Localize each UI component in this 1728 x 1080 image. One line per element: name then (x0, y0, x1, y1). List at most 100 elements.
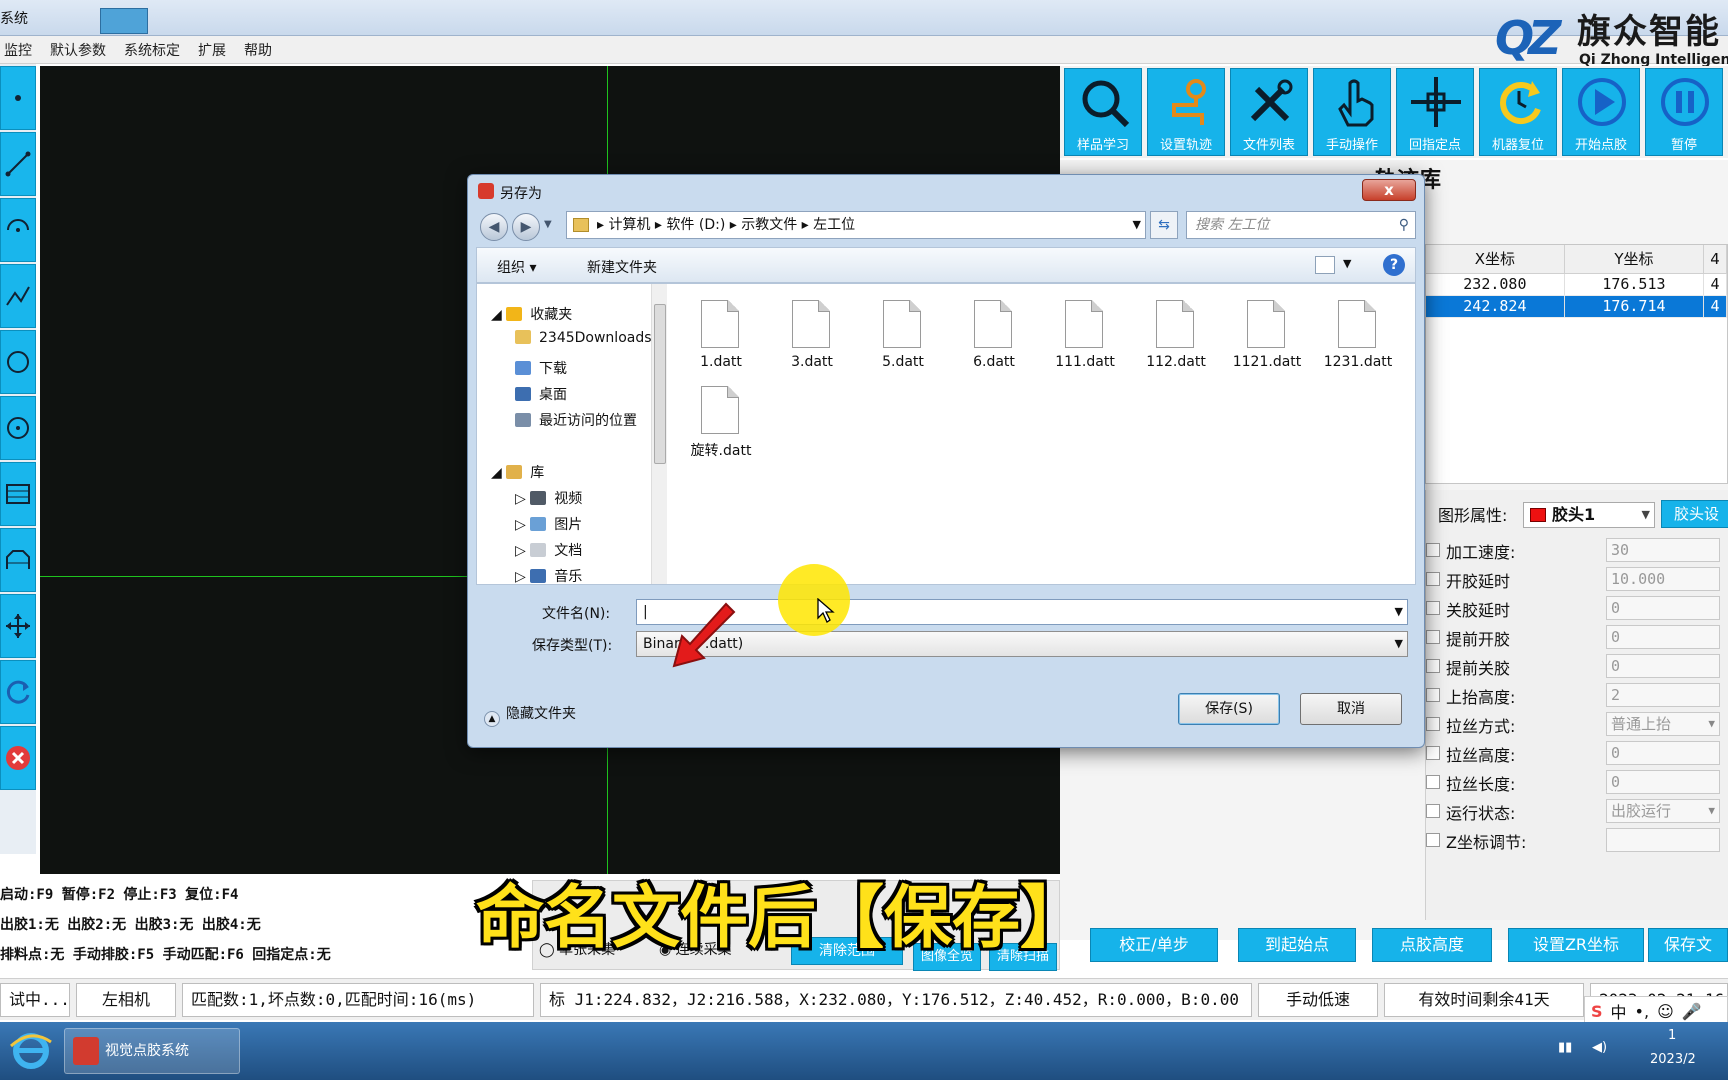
cancel-button[interactable]: 取消 (1300, 693, 1402, 725)
column-header-y[interactable]: Y坐标 (1564, 245, 1705, 274)
property-value-field[interactable]: 2 (1606, 683, 1720, 707)
scrollbar-thumb[interactable] (654, 304, 666, 464)
array-tool-button[interactable] (0, 462, 36, 526)
navigation-pane[interactable]: ◢ 收藏夹 2345Downloads 下载 桌面 最近访问的位置 ◢ 库 ▷ 视频 ▷ 图片… (477, 284, 667, 584)
file-item[interactable]: 1121.datt (1225, 290, 1309, 370)
delete-tool-button[interactable] (0, 726, 36, 790)
breadcrumb-item[interactable]: 左工位 (813, 217, 855, 233)
column-header-extra[interactable]: 4 (1703, 245, 1727, 274)
move-tool-button[interactable] (0, 594, 36, 658)
toolbar-button-0[interactable]: 样品学习 (1064, 68, 1142, 156)
nav-item[interactable]: ◢ 库 (491, 462, 544, 482)
menu-item-3[interactable]: 扩展 (198, 40, 226, 60)
property-checkbox[interactable] (1426, 775, 1440, 789)
new-folder-button[interactable]: 新建文件夹 (587, 257, 657, 277)
property-checkbox[interactable] (1426, 746, 1440, 760)
chevron-down-icon[interactable]: ▼ (1395, 600, 1403, 624)
property-checkbox[interactable] (1426, 630, 1440, 644)
nav-item[interactable]: 2345Downloads (515, 330, 652, 346)
property-value-field[interactable]: 普通上抬 ▼ (1606, 712, 1720, 736)
menu-item-4[interactable]: 帮助 (244, 40, 272, 60)
property-checkbox[interactable] (1426, 572, 1440, 586)
chevron-down-icon[interactable]: ▼ (1343, 257, 1351, 270)
property-checkbox[interactable] (1426, 804, 1440, 818)
breadcrumb-item[interactable]: 示教文件 (741, 217, 797, 233)
volume-icon[interactable]: ◀) (1592, 1040, 1607, 1055)
search-input[interactable]: 搜索 左工位 ⚲ (1186, 211, 1416, 239)
organize-button[interactable]: 组织 ▾ (497, 257, 536, 277)
polyline-tool-button[interactable] (0, 264, 36, 328)
toolbar-button-5[interactable]: 机器复位 (1479, 68, 1557, 156)
collapse-arrow-icon[interactable]: ▷ (515, 543, 530, 559)
action-button-0[interactable]: 校正/单步 (1090, 928, 1218, 962)
head-settings-button[interactable]: 胶头设 (1661, 500, 1728, 528)
nav-item[interactable]: ▷ 音乐 (515, 566, 582, 584)
nav-scrollbar[interactable] (651, 284, 667, 584)
hide-folders-toggle[interactable]: ▲ 隐藏文件夹 (484, 703, 576, 727)
rotate-tool-button[interactable] (0, 660, 36, 724)
expand-arrow-icon[interactable]: ◢ (491, 465, 506, 481)
property-checkbox[interactable] (1426, 543, 1440, 557)
view-options-icon[interactable] (1315, 256, 1335, 274)
recent-pages-icon[interactable]: ▼ (544, 219, 552, 230)
expand-arrow-icon[interactable]: ◢ (491, 307, 506, 323)
help-icon[interactable]: ? (1383, 254, 1405, 276)
pattern-tool-button[interactable] (0, 528, 36, 592)
point-tool-button[interactable] (0, 66, 36, 130)
ie-browser-icon[interactable] (6, 1028, 56, 1074)
forward-icon[interactable]: ▶ (512, 213, 540, 241)
property-checkbox[interactable] (1426, 833, 1440, 847)
close-button[interactable]: x (1362, 179, 1416, 201)
filetype-select[interactable]: Binary (*.datt) ▼ (636, 631, 1408, 657)
taskbar-item-app[interactable]: 视觉点胶系统 (64, 1028, 240, 1074)
back-icon[interactable]: ◀ (480, 213, 508, 241)
file-item[interactable]: 旋转.datt (679, 376, 763, 459)
property-value-field[interactable]: 0 (1606, 741, 1720, 765)
menu-item-0[interactable]: 监控 (4, 40, 32, 60)
nav-item[interactable]: ▷ 图片 (515, 514, 582, 534)
network-icon[interactable]: ▮▮ (1558, 1040, 1572, 1055)
file-item[interactable]: 111.datt (1043, 290, 1127, 370)
action-button-3[interactable]: 设置ZR坐标 (1508, 928, 1644, 962)
property-value-field[interactable]: 0 (1606, 770, 1720, 794)
menu-item-2[interactable]: 系统标定 (124, 40, 180, 60)
chevron-down-icon[interactable]: ▼ (1395, 632, 1403, 656)
toolbar-button-4[interactable]: 回指定点 (1396, 68, 1474, 156)
property-checkbox[interactable] (1426, 659, 1440, 673)
property-checkbox[interactable] (1426, 601, 1440, 615)
nav-item[interactable]: ◢ 收藏夹 (491, 304, 572, 324)
collapse-arrow-icon[interactable]: ▷ (515, 491, 530, 507)
toolbar-button-6[interactable]: 开始点胶 (1562, 68, 1640, 156)
file-item[interactable]: 5.datt (861, 290, 945, 370)
property-checkbox[interactable] (1426, 717, 1440, 731)
collapse-arrow-icon[interactable]: ▷ (515, 569, 530, 584)
table-row[interactable]: 242.824 176.714 4 (1426, 295, 1727, 318)
menu-item-1[interactable]: 默认参数 (50, 40, 106, 60)
nav-item[interactable]: 最近访问的位置 (515, 410, 637, 430)
property-value-field[interactable]: 0 (1606, 596, 1720, 620)
property-value-field[interactable] (1606, 828, 1720, 852)
property-value-field[interactable]: 出胶运行 ▼ (1606, 799, 1720, 823)
file-item[interactable]: 3.datt (770, 290, 854, 370)
save-button[interactable]: 保存(S) (1178, 693, 1280, 725)
address-bar[interactable]: ▸ 计算机 ▸ 软件 (D:) ▸ 示教文件 ▸ 左工位 ▼ (566, 211, 1146, 239)
action-button-1[interactable]: 到起始点 (1238, 928, 1356, 962)
property-checkbox[interactable] (1426, 688, 1440, 702)
property-value-field[interactable]: 10.000 (1606, 567, 1720, 591)
file-item[interactable]: 6.datt (952, 290, 1036, 370)
chevron-down-icon[interactable]: ▼ (1133, 212, 1141, 238)
property-value-field[interactable]: 0 (1606, 625, 1720, 649)
refresh-icon[interactable]: ⇆ (1150, 211, 1178, 239)
toolbar-button-7[interactable]: 暂停 (1645, 68, 1723, 156)
nav-item[interactable]: ▷ 视频 (515, 488, 582, 508)
circle-center-tool-button[interactable] (0, 396, 36, 460)
table-row[interactable]: 232.080 176.513 4 (1426, 273, 1727, 296)
filename-input[interactable]: | ▼ (636, 599, 1408, 625)
nav-item[interactable]: ▷ 文档 (515, 540, 582, 560)
toolbar-button-3[interactable]: 手动操作 (1313, 68, 1391, 156)
breadcrumb-item[interactable]: 计算机 (608, 217, 650, 233)
track-table[interactable]: X坐标 Y坐标 4 232.080 176.513 4 242.824 176.714 4 (1425, 244, 1728, 484)
action-button-2[interactable]: 点胶高度 (1372, 928, 1492, 962)
toolbar-button-1[interactable]: 设置轨迹 (1147, 68, 1225, 156)
file-item[interactable]: 1.datt (679, 290, 763, 370)
